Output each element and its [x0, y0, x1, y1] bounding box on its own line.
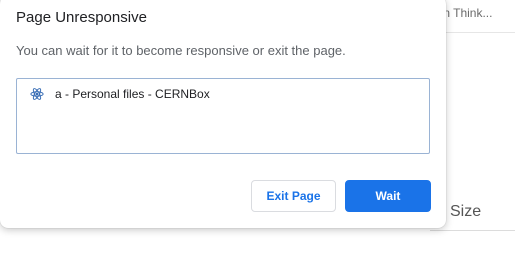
exit-page-button[interactable]: Exit Page	[251, 180, 336, 212]
dialog-title: Page Unresponsive	[16, 9, 147, 26]
size-column-header[interactable]: Size	[450, 203, 481, 221]
list-item-label: a - Personal files - CERNBox	[55, 87, 210, 101]
background-divider	[430, 230, 515, 231]
unresponsive-pages-list[interactable]: a - Personal files - CERNBox	[16, 78, 430, 154]
atom-favicon-icon	[29, 86, 45, 102]
dialog-message: You can wait for it to become responsive…	[16, 43, 346, 58]
list-item[interactable]: a - Personal files - CERNBox	[29, 86, 210, 102]
page-unresponsive-dialog: Page Unresponsive You can wait for it to…	[0, 0, 446, 228]
wait-button[interactable]: Wait	[345, 180, 431, 212]
